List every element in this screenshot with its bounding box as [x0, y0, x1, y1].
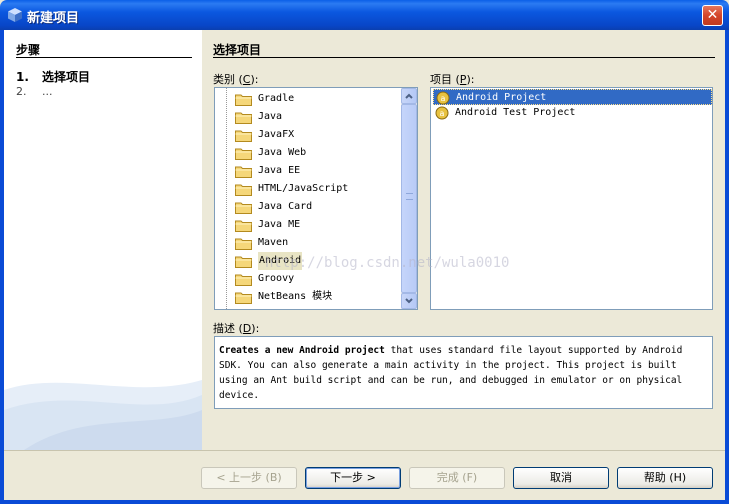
- folder-icon: [235, 255, 252, 268]
- project-item[interactable]: a Android Test Project: [433, 105, 712, 121]
- folder-icon: [235, 183, 252, 196]
- categories-tree[interactable]: Gradle Java JavaFX Java Web Java EE HTML/Java…: [214, 87, 418, 310]
- category-label: Java Card: [258, 201, 313, 212]
- folder-icon: [235, 291, 252, 304]
- svg-text:a: a: [441, 94, 446, 103]
- category-label: NetBeans 模块: [258, 291, 333, 302]
- category-label: Maven: [258, 237, 289, 248]
- category-item[interactable]: Groovy: [235, 270, 415, 288]
- description-text: Creates a new Android project that uses …: [214, 336, 713, 409]
- tree-guide-line: [226, 88, 227, 309]
- folder-icon: [235, 219, 252, 232]
- category-item[interactable]: Gradle: [235, 90, 415, 108]
- next-button[interactable]: 下一步 >: [305, 467, 401, 489]
- category-item[interactable]: JavaFX: [235, 126, 415, 144]
- folder-icon: [235, 93, 252, 106]
- steps-divider: [16, 57, 192, 58]
- folder-icon: [235, 147, 252, 160]
- projects-list[interactable]: a Android Project a Android Test Project: [430, 87, 713, 310]
- steps-title: 步骤: [16, 43, 41, 57]
- window-title: 新建项目: [27, 11, 80, 26]
- window-frame-right: [725, 30, 729, 504]
- android-project-icon: a: [435, 106, 449, 120]
- category-label: Java: [258, 111, 283, 122]
- chevron-down-icon: [405, 298, 413, 304]
- projects-label: 项目 (P):: [430, 73, 475, 86]
- scroll-up-button[interactable]: [401, 88, 417, 104]
- step-1: 1. 选择项目: [16, 70, 91, 84]
- close-button[interactable]: ✕: [702, 5, 723, 26]
- button-separator: [4, 450, 725, 451]
- folder-icon: [235, 165, 252, 178]
- cancel-button[interactable]: 取消: [513, 467, 609, 489]
- chevron-up-icon: [405, 93, 413, 99]
- page-title: 选择项目: [213, 43, 262, 57]
- project-item[interactable]: a Android Project: [433, 89, 712, 105]
- categories-label: 类别 (C):: [213, 73, 259, 86]
- category-label: HTML/JavaScript: [258, 183, 349, 194]
- category-item[interactable]: Java: [235, 108, 415, 126]
- category-label: Java ME: [258, 219, 301, 230]
- folder-icon: [235, 129, 252, 142]
- category-item[interactable]: Java Web: [235, 144, 415, 162]
- close-icon: ✕: [706, 7, 719, 23]
- category-item[interactable]: ...: [235, 306, 415, 310]
- title-divider: [213, 57, 715, 58]
- category-label: Java EE: [258, 165, 301, 176]
- folder-icon: [235, 237, 252, 250]
- folder-icon: [235, 111, 252, 124]
- decorative-swoosh: [4, 380, 202, 450]
- back-button[interactable]: < 上一步 (B): [201, 467, 297, 489]
- scroll-down-button[interactable]: [401, 293, 417, 309]
- category-item[interactable]: Java Card: [235, 198, 415, 216]
- folder-icon: [235, 201, 252, 214]
- category-label: ...: [258, 306, 276, 309]
- project-label: Android Test Project: [455, 107, 576, 118]
- category-label: Java Web: [258, 147, 307, 158]
- category-label: Gradle: [258, 93, 295, 104]
- help-button[interactable]: 帮助 (H): [617, 467, 713, 489]
- android-project-icon: a: [436, 91, 450, 105]
- category-label: JavaFX: [258, 129, 295, 140]
- description-label: 描述 (D):: [213, 322, 260, 335]
- folder-icon: [235, 273, 252, 286]
- category-label: Groovy: [258, 273, 295, 284]
- window-frame-bottom: [0, 500, 729, 504]
- category-item[interactable]: HTML/JavaScript: [235, 180, 415, 198]
- step-2: 2....: [16, 85, 53, 98]
- category-item[interactable]: Maven: [235, 234, 415, 252]
- finish-button[interactable]: 完成 (F): [409, 467, 505, 489]
- svg-text:a: a: [440, 109, 445, 118]
- project-label: Android Project: [456, 92, 547, 103]
- category-item[interactable]: Java ME: [235, 216, 415, 234]
- title-bar: 新建项目 ✕: [0, 0, 729, 30]
- watermark: http://blog.csdn.net/wula0010: [265, 255, 510, 271]
- folder-icon: [235, 309, 252, 310]
- category-item[interactable]: NetBeans 模块: [235, 288, 415, 306]
- steps-panel: 步骤 1. 选择项目 2....: [4, 30, 202, 450]
- netbeans-cube-icon: [8, 8, 22, 22]
- categories-scrollbar[interactable]: [401, 88, 417, 309]
- category-item[interactable]: Java EE: [235, 162, 415, 180]
